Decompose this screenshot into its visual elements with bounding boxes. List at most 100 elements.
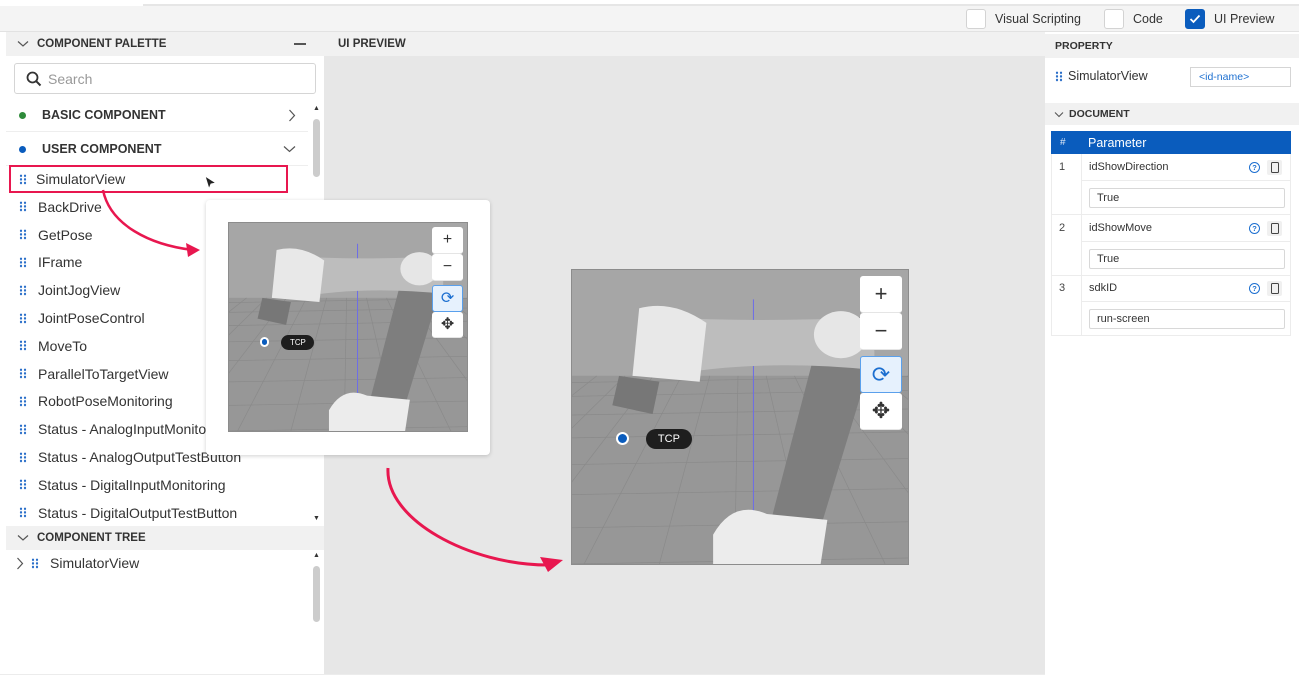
- id-name-input[interactable]: <id-name>: [1190, 67, 1291, 87]
- simulator-view[interactable]: + − ⟳ ✥ TCP: [571, 269, 909, 565]
- palette-item-label: Status - DigitalOutputTestButton: [38, 504, 238, 521]
- scroll-down-icon[interactable]: ▼: [312, 515, 321, 523]
- parameter-value-input[interactable]: True: [1089, 188, 1285, 208]
- scroll-up-icon[interactable]: ▲: [312, 105, 321, 113]
- ui-preview-label: UI Preview: [1214, 12, 1275, 26]
- pan-button[interactable]: ✥: [860, 393, 902, 430]
- component-tree-header[interactable]: COMPONENT TREE: [6, 526, 324, 550]
- palette-item[interactable]: SimulatorView: [14, 166, 125, 192]
- green-dot-icon: [19, 111, 26, 119]
- search-icon: [26, 71, 42, 86]
- drag-handle-icon[interactable]: [19, 229, 27, 241]
- palette-item[interactable]: Status - DigitalOutputTestButton: [14, 500, 237, 526]
- ui-preview-toggle[interactable]: UI Preview: [1185, 9, 1274, 29]
- search-input[interactable]: Search: [14, 63, 316, 94]
- property-title: PROPERTY: [1055, 40, 1113, 52]
- drag-handle-icon[interactable]: [19, 395, 27, 407]
- category-basic-component[interactable]: BASIC COMPONENT: [6, 99, 308, 132]
- rotate-button[interactable]: ⟳: [860, 356, 902, 393]
- document-header[interactable]: DOCUMENT: [1045, 103, 1299, 125]
- parameter-name: idShowDirection: [1089, 161, 1169, 173]
- tcp-marker-icon[interactable]: [615, 431, 629, 445]
- parameter-table-header: # Parameter: [1051, 131, 1291, 154]
- palette-item[interactable]: RobotPoseMonitoring: [14, 388, 173, 414]
- zoom-out-icon: −: [442, 257, 453, 275]
- drag-handle-icon[interactable]: [19, 256, 27, 268]
- check-icon: [1189, 14, 1201, 24]
- checkbox-checked[interactable]: [1185, 9, 1205, 29]
- simulator-view-thumbnail: + − ⟳ ✥ TCP: [228, 222, 468, 432]
- column-index: #: [1060, 137, 1066, 148]
- palette-item[interactable]: ParallelToTargetView: [14, 361, 168, 387]
- copy-icon[interactable]: [1267, 220, 1282, 236]
- chevron-right-icon: [17, 557, 24, 569]
- property-panel: [1045, 32, 1299, 681]
- palette-item[interactable]: Status - DigitalInputMonitoring: [14, 472, 226, 498]
- drag-handle-icon[interactable]: [19, 423, 27, 435]
- palette-item[interactable]: IFrame: [14, 249, 82, 275]
- zoom-in-button[interactable]: +: [432, 227, 463, 254]
- zoom-in-button[interactable]: +: [860, 276, 902, 313]
- palette-item-label: ParallelToTargetView: [38, 365, 169, 382]
- checkbox[interactable]: [1104, 9, 1124, 29]
- palette-item[interactable]: JointPoseControl: [14, 305, 145, 331]
- drag-handle-icon[interactable]: [19, 284, 27, 296]
- palette-item-label: BackDrive: [38, 198, 102, 215]
- copy-icon[interactable]: [1267, 160, 1282, 175]
- rotate-button[interactable]: ⟳: [432, 284, 463, 312]
- zoom-out-button[interactable]: −: [860, 313, 902, 350]
- scrollbar-thumb[interactable]: [313, 119, 320, 177]
- component-tree-title: COMPONENT TREE: [37, 532, 146, 544]
- parameter-index: 1: [1052, 154, 1082, 214]
- chevron-right-icon: [289, 109, 296, 121]
- help-icon[interactable]: ?: [1249, 222, 1260, 234]
- drag-handle-icon[interactable]: [19, 201, 27, 213]
- pan-button[interactable]: ✥: [432, 311, 463, 339]
- drag-handle-icon[interactable]: [19, 173, 27, 185]
- component-palette-header[interactable]: COMPONENT PALETTE: [6, 32, 324, 56]
- code-label: Code: [1133, 12, 1163, 26]
- palette-item-label: Status - DigitalInputMonitoring: [38, 476, 226, 493]
- parameter-row: 2 idShowMove? True: [1051, 214, 1291, 276]
- visual-scripting-toggle[interactable]: Visual Scripting: [966, 9, 1081, 29]
- id-name-placeholder: <id-name>: [1199, 71, 1250, 83]
- drag-handle-icon[interactable]: [19, 507, 27, 519]
- help-icon[interactable]: ?: [1249, 162, 1260, 173]
- drag-handle-icon[interactable]: [19, 368, 27, 380]
- drag-handle-icon[interactable]: [31, 557, 39, 569]
- drag-handle-icon[interactable]: [19, 479, 27, 491]
- 3d-scene: [572, 270, 908, 564]
- parameter-value: run-screen: [1097, 313, 1150, 325]
- drag-handle-icon[interactable]: [19, 312, 27, 324]
- scrollbar-thumb[interactable]: [313, 566, 320, 622]
- palette-item[interactable]: MoveTo: [14, 333, 87, 359]
- parameter-value-input[interactable]: True: [1089, 248, 1285, 269]
- copy-icon[interactable]: [1267, 281, 1282, 296]
- drag-handle-icon[interactable]: [19, 451, 27, 463]
- zoom-out-button[interactable]: −: [432, 253, 463, 281]
- palette-item-label: JointJogView: [38, 282, 121, 299]
- parameter-value-input[interactable]: run-screen: [1089, 309, 1285, 329]
- document-title: DOCUMENT: [1069, 108, 1130, 120]
- help-icon[interactable]: ?: [1249, 283, 1260, 294]
- mouse-cursor-icon: [204, 175, 218, 191]
- palette-item-label: MoveTo: [38, 337, 88, 354]
- minus-icon[interactable]: [294, 43, 306, 45]
- code-toggle[interactable]: Code: [1104, 9, 1163, 29]
- tree-scrollbar[interactable]: ▲: [312, 552, 321, 672]
- drag-handle-icon[interactable]: [19, 340, 27, 352]
- palette-item[interactable]: Status - AnalogInputMonitoring: [14, 416, 229, 442]
- checkbox[interactable]: [966, 9, 986, 29]
- pan-icon: ✥: [440, 316, 455, 334]
- mode-toolbar: Visual Scripting Code UI Preview: [0, 6, 1299, 32]
- component-name-row: SimulatorView: [1055, 69, 1148, 83]
- scroll-up-icon[interactable]: ▲: [312, 552, 321, 560]
- palette-item[interactable]: JointJogView: [14, 277, 120, 303]
- bottom-border: [0, 674, 1045, 681]
- tree-node-simulatorview[interactable]: SimulatorView: [16, 550, 139, 576]
- chevron-down-icon: [283, 146, 296, 153]
- tcp-marker-icon[interactable]: [259, 337, 270, 347]
- palette-item[interactable]: GetPose: [14, 222, 92, 248]
- palette-item[interactable]: BackDrive: [14, 194, 102, 220]
- category-user-component[interactable]: USER COMPONENT: [6, 133, 308, 166]
